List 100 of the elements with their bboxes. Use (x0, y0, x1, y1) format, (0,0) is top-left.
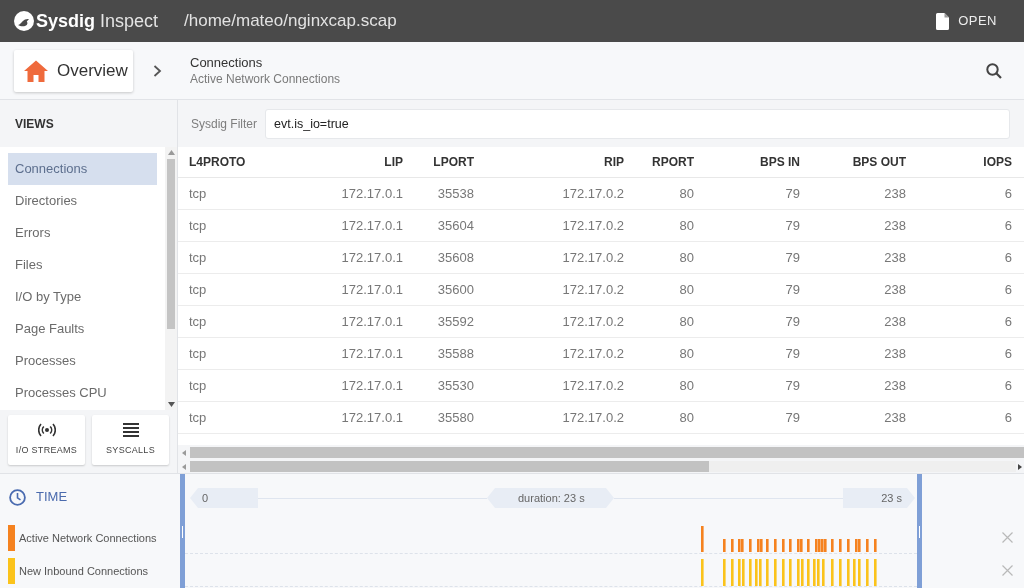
table-cell-text: 6 (1003, 408, 1013, 427)
table-cell-text: 35604 (436, 216, 475, 235)
table-cell-text: 35588 (436, 344, 475, 363)
sidebar-item[interactable]: Connections (8, 153, 157, 185)
table-cell-text: 172.17.0.2 (561, 408, 625, 427)
event-bar (701, 559, 704, 586)
event-bar (782, 539, 785, 552)
view-button[interactable]: SYSCALLS (92, 415, 169, 465)
event-bar (874, 539, 877, 552)
column-header[interactable]: L4PROTO (178, 147, 300, 177)
column-header[interactable]: BPS OUT (810, 147, 916, 177)
table-cell-text: 6 (1003, 280, 1013, 299)
duration-label: duration: 23 s (487, 488, 614, 508)
overview-button[interactable]: Overview (14, 49, 133, 92)
table-cell-text: 172.17.0.1 (340, 408, 404, 427)
table-cell-text: 172.17.0.1 (340, 216, 404, 235)
table-cell-text: 79 (784, 248, 801, 267)
table-cell-text: 172.17.0.2 (561, 376, 625, 395)
table-cell-text: tcp (188, 408, 208, 427)
event-bar (822, 559, 825, 586)
page-subtitle: Active Network Connections (190, 71, 341, 87)
table-cell-text: 80 (678, 344, 695, 363)
table-cell-text: tcp (188, 248, 208, 267)
table-cell-text: 79 (784, 216, 801, 235)
sidebar-item[interactable]: Processes CPU (8, 377, 157, 409)
view-button[interactable]: I/O STREAMS (8, 415, 85, 465)
table-cell-text: tcp (188, 216, 208, 235)
table-cell-text: 172.17.0.1 (340, 344, 404, 363)
table-cell-text: 172.17.0.2 (561, 280, 625, 299)
event-bar (789, 559, 792, 586)
page-title: Connections (190, 54, 264, 71)
table-cell-text: 79 (784, 344, 801, 363)
product-name: Inspect (100, 12, 159, 30)
table-cell-text: 35538 (436, 184, 475, 203)
event-bar (853, 559, 856, 586)
scroll-right-arrow-icon[interactable] (1018, 463, 1022, 470)
event-bar (807, 539, 810, 552)
event-bar (774, 559, 777, 586)
close-icon[interactable] (1002, 565, 1013, 576)
event-bar (723, 559, 726, 586)
event-bar (839, 539, 842, 552)
clock-icon (9, 488, 26, 506)
table-cell-text: 6 (1003, 312, 1013, 331)
sidebar-item[interactable]: Page Faults (8, 313, 157, 345)
table-cell-text: 238 (883, 376, 907, 395)
column-header[interactable]: IOPS (916, 147, 1022, 177)
event-bar (789, 539, 792, 552)
table-cell-text: 238 (883, 216, 907, 235)
search-icon[interactable] (986, 62, 1002, 79)
event-bar (831, 559, 834, 586)
table-cell-text: 6 (1003, 184, 1013, 203)
list-lines-icon (122, 422, 139, 437)
column-header[interactable]: RIP (484, 147, 634, 177)
sidebar-item[interactable]: Directories (8, 185, 157, 217)
table-cell-text: 172.17.0.1 (340, 280, 404, 299)
document-icon (936, 12, 950, 30)
range-handle[interactable] (180, 474, 185, 588)
column-header[interactable]: LIP (300, 147, 413, 177)
sidebar-item[interactable]: Errors (8, 217, 157, 249)
scroll-up-arrow-icon[interactable] (167, 150, 175, 155)
range-handle[interactable] (917, 474, 922, 588)
table-cell-text: 172.17.0.1 (340, 376, 404, 395)
event-bar (766, 559, 769, 586)
event-bar (847, 559, 850, 586)
scroll-down-arrow-icon[interactable] (167, 402, 175, 407)
sidebar-item[interactable]: Processes (8, 345, 157, 377)
end-time-label: 23 s (843, 488, 915, 508)
column-header[interactable]: BPS IN (704, 147, 810, 177)
close-icon[interactable] (1002, 532, 1013, 543)
table-cell-text: 79 (784, 184, 801, 203)
sidebar-item[interactable]: Files (8, 249, 157, 281)
column-header[interactable]: RPORT (634, 147, 704, 177)
filter-field[interactable]: evt.is_io=true (265, 108, 1010, 139)
scrollbar-thumb[interactable] (190, 461, 709, 472)
table-cell-text: 172.17.0.2 (561, 184, 625, 203)
table-cell-text: tcp (188, 184, 208, 203)
scrollbar-thumb[interactable] (190, 447, 1024, 458)
table-cell-text: 238 (883, 408, 907, 427)
start-time-label: 0 (190, 488, 258, 508)
event-bar (749, 559, 752, 586)
open-button[interactable]: OPEN (936, 11, 997, 31)
chevron-right-icon (153, 64, 162, 77)
table-cell-text: 80 (678, 376, 695, 395)
column-header[interactable]: LPORT (413, 147, 484, 177)
event-bar (874, 559, 877, 586)
table-cell-text: 35592 (436, 312, 475, 331)
table-cell-text: 6 (1003, 344, 1013, 363)
event-bar (831, 539, 834, 552)
scrollbar-thumb[interactable] (167, 159, 175, 329)
table-cell-text: 6 (1003, 376, 1013, 395)
event-bar (866, 559, 869, 586)
table-cell-text: 172.17.0.2 (561, 344, 625, 363)
event-bar (774, 539, 777, 552)
table-cell-text: 79 (784, 408, 801, 427)
table-cell-text: 6 (1003, 216, 1013, 235)
table-cell-text: 80 (678, 216, 695, 235)
sidebar-item[interactable]: I/O by Type (8, 281, 157, 313)
table-cell-text: 80 (678, 184, 695, 203)
logo-icon (14, 11, 34, 31)
event-bar (858, 559, 861, 586)
